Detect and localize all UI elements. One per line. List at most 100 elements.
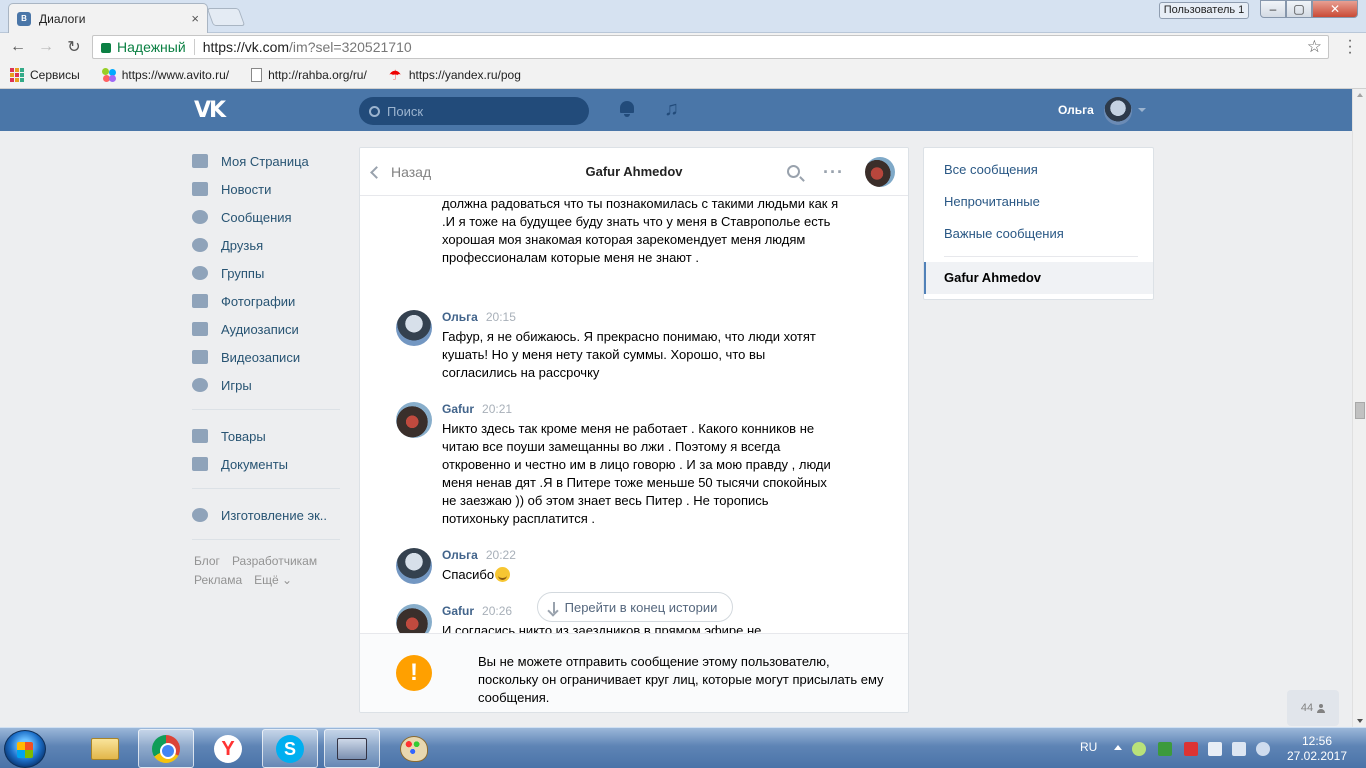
nav-documents[interactable]: Документы xyxy=(192,450,342,478)
interlocutor-avatar[interactable] xyxy=(865,157,895,187)
message-time[interactable]: 20:22 xyxy=(486,548,516,562)
bookmark-services[interactable]: Сервисы xyxy=(10,67,80,82)
vk-search-box[interactable] xyxy=(359,97,589,125)
nav-groups[interactable]: Группы xyxy=(192,259,342,287)
back-button[interactable]: Назад xyxy=(370,164,432,180)
taskbar-skype[interactable]: S xyxy=(262,729,318,768)
scrollbar-thumb[interactable] xyxy=(1355,402,1365,419)
message-time[interactable]: 20:26 xyxy=(482,604,512,618)
minimize-button[interactable]: ‒ xyxy=(1260,0,1286,18)
message-text: Никто здесь так кроме меня не работает .… xyxy=(442,421,831,526)
bookmark-avito[interactable]: https://www.avito.ru/ xyxy=(101,67,229,82)
maximize-button[interactable]: ▢ xyxy=(1286,0,1312,18)
start-button[interactable] xyxy=(4,730,46,768)
avatar[interactable] xyxy=(396,310,432,346)
footer-developers-link[interactable]: Разработчикам xyxy=(232,554,317,568)
user-avatar[interactable] xyxy=(1104,97,1132,125)
bag-icon xyxy=(192,429,208,443)
dialog-footer: ! Вы не можете отправить сообщение этому… xyxy=(360,633,908,712)
search-input[interactable] xyxy=(387,103,577,119)
nav-messages[interactable]: Сообщения xyxy=(192,203,342,231)
chrome-icon xyxy=(152,734,180,763)
browser-toolbar: ← → ↻ Надежный https://vk.com/im?sel=320… xyxy=(0,33,1366,61)
tray-network-icon[interactable] xyxy=(1184,742,1198,756)
vk-favicon-icon: B xyxy=(17,11,31,26)
user-name[interactable]: Ольга xyxy=(1058,103,1094,117)
active-dialog-item[interactable]: Gafur Ahmedov xyxy=(924,262,1153,294)
message-text: Спасибо xyxy=(442,566,832,584)
nav-audio[interactable]: Аудиозаписи xyxy=(192,315,342,343)
tray-device-icon[interactable] xyxy=(1208,742,1222,756)
nav-label: Документы xyxy=(221,456,289,472)
avatar[interactable] xyxy=(396,604,432,633)
nav-label: Видеозаписи xyxy=(221,349,301,365)
goto-end-label: Перейти в конец истории xyxy=(564,599,718,615)
browser-menu-icon[interactable]: · · · xyxy=(1344,33,1354,61)
search-icon[interactable] xyxy=(787,165,800,178)
music-player-icon[interactable]: ♫ xyxy=(664,98,679,121)
taskbar-yandex[interactable]: Y xyxy=(200,729,256,768)
clock[interactable]: 12:56 27.02.2017 xyxy=(1282,734,1352,764)
bookmark-yandex[interactable]: ☂ https://yandex.ru/pog xyxy=(389,68,521,82)
filter-important[interactable]: Важные сообщения xyxy=(944,226,1064,241)
avatar[interactable] xyxy=(396,548,432,584)
taskbar-keyboard[interactable] xyxy=(324,729,380,768)
goto-end-button[interactable]: Перейти в конец истории xyxy=(537,592,733,622)
nav-divider xyxy=(192,539,340,540)
message-author[interactable]: Gafur xyxy=(442,604,474,618)
language-indicator[interactable]: RU xyxy=(1080,740,1097,754)
message-time[interactable]: 20:21 xyxy=(482,402,512,416)
more-options-icon[interactable]: ··· xyxy=(823,162,844,183)
profile-button[interactable]: Пользователь 1 xyxy=(1159,2,1249,19)
new-tab-button[interactable] xyxy=(206,8,246,26)
bookmarks-bar: Сервисы https://www.avito.ru/ http://rah… xyxy=(0,61,1366,89)
message-time[interactable]: 20:15 xyxy=(486,310,516,324)
vk-logo[interactable]: VK xyxy=(194,98,228,123)
nav-news[interactable]: Новости xyxy=(192,175,342,203)
address-bar[interactable]: Надежный https://vk.com/im?sel=320521710… xyxy=(92,35,1329,59)
nav-my-page[interactable]: Моя Страница xyxy=(192,147,342,175)
nav-group-shortcut[interactable]: Изготовление эк.. xyxy=(192,501,342,529)
notifications-bell-icon[interactable] xyxy=(619,101,635,119)
bookmark-rahba[interactable]: http://rahba.org/ru/ xyxy=(251,67,367,82)
footer-ads-link[interactable]: Реклама xyxy=(194,573,242,587)
taskbar-paint[interactable] xyxy=(386,729,442,768)
nav-photos[interactable]: Фотографии xyxy=(192,287,342,315)
filter-all-messages[interactable]: Все сообщения xyxy=(944,162,1038,177)
online-friends-badge[interactable]: 44 xyxy=(1287,690,1339,726)
taskbar-chrome[interactable] xyxy=(138,729,194,768)
tray-app-icon[interactable] xyxy=(1132,742,1146,756)
taskbar-explorer[interactable] xyxy=(77,729,133,768)
footer-blog-link[interactable]: Блог xyxy=(194,554,220,568)
tray-security-icon[interactable] xyxy=(1158,742,1172,756)
footer-more-link[interactable]: Ещё ⌄ xyxy=(254,573,292,587)
reload-icon[interactable]: ↻ xyxy=(64,37,84,57)
forward-arrow-icon[interactable]: → xyxy=(36,37,56,57)
browser-titlebar: B Диалоги × Пользователь 1 ‒ ▢ ✕ xyxy=(0,0,1366,33)
chevron-down-icon[interactable] xyxy=(1138,108,1146,112)
show-hidden-icons-icon[interactable] xyxy=(1114,745,1122,750)
scroll-up-icon[interactable] xyxy=(1357,93,1363,97)
close-window-button[interactable]: ✕ xyxy=(1312,0,1358,18)
avatar[interactable] xyxy=(396,402,432,438)
filter-unread[interactable]: Непрочитанные xyxy=(944,194,1040,209)
avito-icon xyxy=(101,67,116,82)
browser-tab-dialogs[interactable]: B Диалоги × xyxy=(8,3,208,33)
message-author[interactable]: Ольга xyxy=(442,548,478,562)
bookmark-label: http://rahba.org/ru/ xyxy=(268,67,367,82)
message-author[interactable]: Ольга xyxy=(442,310,478,324)
nav-video[interactable]: Видеозаписи xyxy=(192,343,342,371)
scroll-down-icon[interactable] xyxy=(1357,719,1363,723)
tray-battery-icon[interactable] xyxy=(1232,742,1246,756)
back-label: Назад xyxy=(391,164,432,180)
nav-friends[interactable]: Друзья xyxy=(192,231,342,259)
message-author[interactable]: Gafur xyxy=(442,402,474,416)
bookmark-star-icon[interactable]: ☆ xyxy=(1307,37,1322,57)
tab-close-icon[interactable]: × xyxy=(191,11,199,26)
nav-goods[interactable]: Товары xyxy=(192,422,342,450)
page-scrollbar[interactable] xyxy=(1352,89,1366,727)
message-history[interactable]: должна радоваться что ты познакомилась с… xyxy=(360,196,908,633)
volume-icon[interactable] xyxy=(1256,742,1270,756)
nav-games[interactable]: Игры xyxy=(192,371,342,399)
back-arrow-icon[interactable]: ← xyxy=(8,37,28,57)
